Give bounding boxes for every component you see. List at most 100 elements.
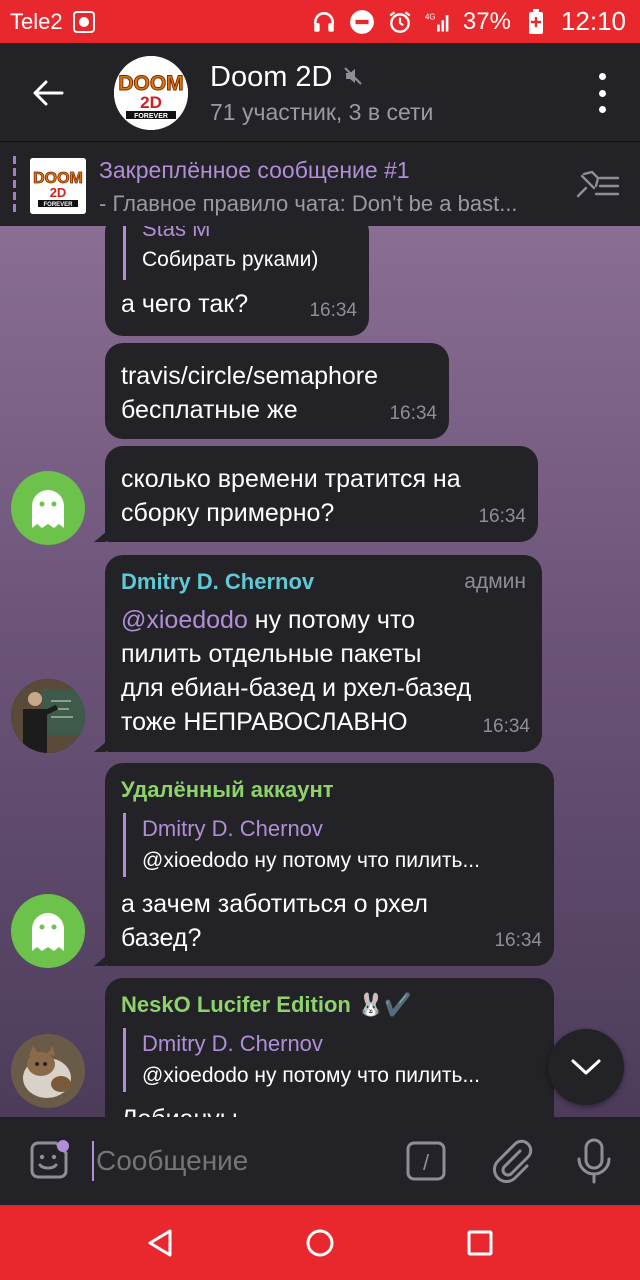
reply-quote[interactable]: Dmitry D. Chernov @xioedodo ну потому чт… bbox=[123, 1028, 480, 1092]
pinned-message-bar[interactable]: DOOM 2D FOREVER Закреплённое сообщение #… bbox=[0, 141, 640, 227]
message-text-line: travis/circle/semaphore bbox=[121, 362, 379, 390]
reply-quote[interactable]: Stas M Собирать руками) bbox=[123, 226, 318, 280]
screen-record-icon bbox=[71, 9, 97, 35]
reply-author: Stas M bbox=[142, 226, 211, 241]
alarm-icon bbox=[387, 9, 413, 35]
message-text: а чего так? bbox=[121, 290, 249, 318]
message-text-line: Лобиануы bbox=[121, 1102, 238, 1117]
user-avatar-ghost[interactable] bbox=[11, 471, 85, 545]
attach-button[interactable] bbox=[490, 1139, 534, 1183]
mention-link[interactable]: @xioedodo bbox=[121, 606, 248, 634]
battery-icon bbox=[523, 8, 549, 35]
reply-text: @xioedodo ну потому что пилить... bbox=[142, 849, 480, 872]
bubble-tail bbox=[94, 956, 106, 966]
voice-message-button[interactable] bbox=[574, 1137, 614, 1185]
sender-name[interactable]: Удалённый аккаунт bbox=[121, 775, 334, 805]
chat-messages-area[interactable]: Stas M Собирать руками) а чего так? 16:3… bbox=[0, 226, 640, 1117]
user-avatar-ghost[interactable] bbox=[11, 894, 85, 968]
sticker-emoji-button[interactable] bbox=[26, 1139, 70, 1183]
svg-text:2D: 2D bbox=[140, 93, 162, 112]
message-input-bar: / bbox=[0, 1117, 640, 1205]
message-bubble[interactable]: NeskO Lucifer Edition 🐰✔️ Dmitry D. Cher… bbox=[105, 978, 554, 1117]
cat-photo-icon bbox=[11, 1034, 85, 1108]
status-bar: Tele2 4G 37% 12:10 bbox=[0, 0, 640, 43]
sender-emoji: 🐰✔️ bbox=[356, 992, 412, 1017]
reply-text: @xioedodo ну потому что пилить... bbox=[142, 1064, 480, 1087]
muted-icon bbox=[343, 61, 363, 94]
message-time: 16:34 bbox=[482, 716, 530, 737]
chalkboard-photo-icon bbox=[11, 679, 85, 753]
message-bubble[interactable]: Удалённый аккаунт Dmitry D. Chernov @xio… bbox=[105, 763, 554, 966]
sender-name[interactable]: Dmitry D. Chernov bbox=[121, 567, 314, 597]
slash-command-icon: / bbox=[406, 1141, 446, 1181]
microphone-icon bbox=[577, 1138, 611, 1184]
signal-icon: 4G bbox=[425, 9, 451, 35]
user-avatar-dmitry[interactable] bbox=[11, 679, 85, 753]
reply-author: Dmitry D. Chernov bbox=[142, 1031, 323, 1056]
chat-title-row[interactable]: Doom 2D bbox=[210, 61, 363, 94]
carrier-label: Tele2 bbox=[10, 8, 63, 34]
reply-quote[interactable]: Dmitry D. Chernov @xioedodo ну потому чт… bbox=[123, 813, 480, 877]
message-text-line: @xioedodo ну потому что bbox=[121, 606, 416, 634]
bubble-tail bbox=[94, 742, 106, 752]
bot-commands-button[interactable]: / bbox=[406, 1141, 446, 1181]
pinned-text: - Главное правило чата: Don't be a bast.… bbox=[99, 191, 518, 216]
message-time: 16:34 bbox=[309, 300, 357, 321]
back-button[interactable] bbox=[24, 71, 72, 115]
message-text-line: а зачем заботиться о рхел bbox=[121, 890, 428, 918]
message-bubble[interactable]: Dmitry D. Chernov админ @xioedodo ну пот… bbox=[105, 555, 542, 752]
battery-percent: 37% bbox=[462, 7, 511, 35]
paperclip-icon bbox=[493, 1139, 533, 1183]
reply-text: Собирать руками) bbox=[142, 248, 319, 271]
ghost-icon bbox=[32, 913, 64, 951]
headphones-icon bbox=[311, 9, 337, 35]
nav-recents-button[interactable] bbox=[460, 1223, 500, 1263]
message-time: 16:34 bbox=[478, 506, 526, 527]
message-bubble[interactable]: travis/circle/semaphore бесплатные же 16… bbox=[105, 343, 449, 439]
message-bubble[interactable]: Stas M Собирать руками) а чего так? 16:3… bbox=[105, 226, 369, 336]
circle-home-icon bbox=[306, 1229, 334, 1257]
svg-text:FOREVER: FOREVER bbox=[43, 202, 73, 208]
doom-logo-icon: DOOM 2D FOREVER bbox=[114, 56, 188, 130]
svg-text:2D: 2D bbox=[50, 185, 67, 200]
message-text-line: сколько времени тратится на bbox=[121, 465, 461, 493]
sticker-icon bbox=[30, 1140, 69, 1179]
pinned-title: Закреплённое сообщение #1 bbox=[99, 157, 410, 183]
message-time: 16:34 bbox=[494, 930, 542, 951]
message-text-line: базед? bbox=[121, 924, 202, 952]
do-not-disturb-icon bbox=[349, 9, 375, 35]
triangle-back-icon bbox=[148, 1229, 172, 1257]
message-text-line: пилить отдельные пакеты bbox=[121, 640, 422, 668]
chat-members-status: 71 участник, 3 в сети bbox=[210, 99, 434, 125]
message-text-line: сборку примерно? bbox=[121, 499, 335, 527]
bubble-tail bbox=[94, 532, 106, 542]
ghost-icon bbox=[32, 490, 64, 528]
nav-home-button[interactable] bbox=[300, 1223, 340, 1263]
more-menu-button[interactable] bbox=[592, 73, 612, 113]
unpin-list-icon[interactable] bbox=[572, 168, 620, 204]
nav-back-button[interactable] bbox=[140, 1223, 180, 1263]
pinned-indicator bbox=[13, 156, 16, 216]
chevron-down-icon bbox=[571, 1059, 601, 1075]
square-recents-icon bbox=[467, 1230, 493, 1256]
scroll-to-bottom-button[interactable] bbox=[548, 1029, 624, 1105]
message-bubble[interactable]: сколько времени тратится на сборку приме… bbox=[105, 446, 538, 542]
pinned-thumbnail: DOOM 2D FOREVER bbox=[30, 158, 86, 214]
svg-text:4G: 4G bbox=[425, 12, 435, 21]
svg-text:DOOM: DOOM bbox=[118, 72, 183, 95]
chat-header: DOOM 2D FOREVER Doom 2D 71 участник, 3 в… bbox=[0, 43, 640, 141]
chat-avatar[interactable]: DOOM 2D FOREVER bbox=[114, 56, 188, 130]
sender-name[interactable]: NeskO Lucifer Edition 🐰✔️ bbox=[121, 990, 412, 1020]
message-time: 16:34 bbox=[389, 403, 437, 424]
reply-author: Dmitry D. Chernov bbox=[142, 816, 323, 841]
svg-text:FOREVER: FOREVER bbox=[134, 113, 168, 120]
system-navigation-bar bbox=[0, 1205, 640, 1280]
message-text-line: тоже НЕПРАВОСЛАВНО bbox=[121, 708, 408, 736]
chat-title: Doom 2D bbox=[210, 61, 333, 93]
message-input[interactable] bbox=[92, 1141, 386, 1181]
svg-text:/: / bbox=[423, 1150, 430, 1175]
message-text-line: для ебиан-базед и рхел-базед bbox=[121, 674, 472, 702]
user-avatar-nesko[interactable] bbox=[11, 1034, 85, 1108]
admin-badge: админ bbox=[464, 570, 526, 593]
clock: 12:10 bbox=[560, 6, 626, 36]
